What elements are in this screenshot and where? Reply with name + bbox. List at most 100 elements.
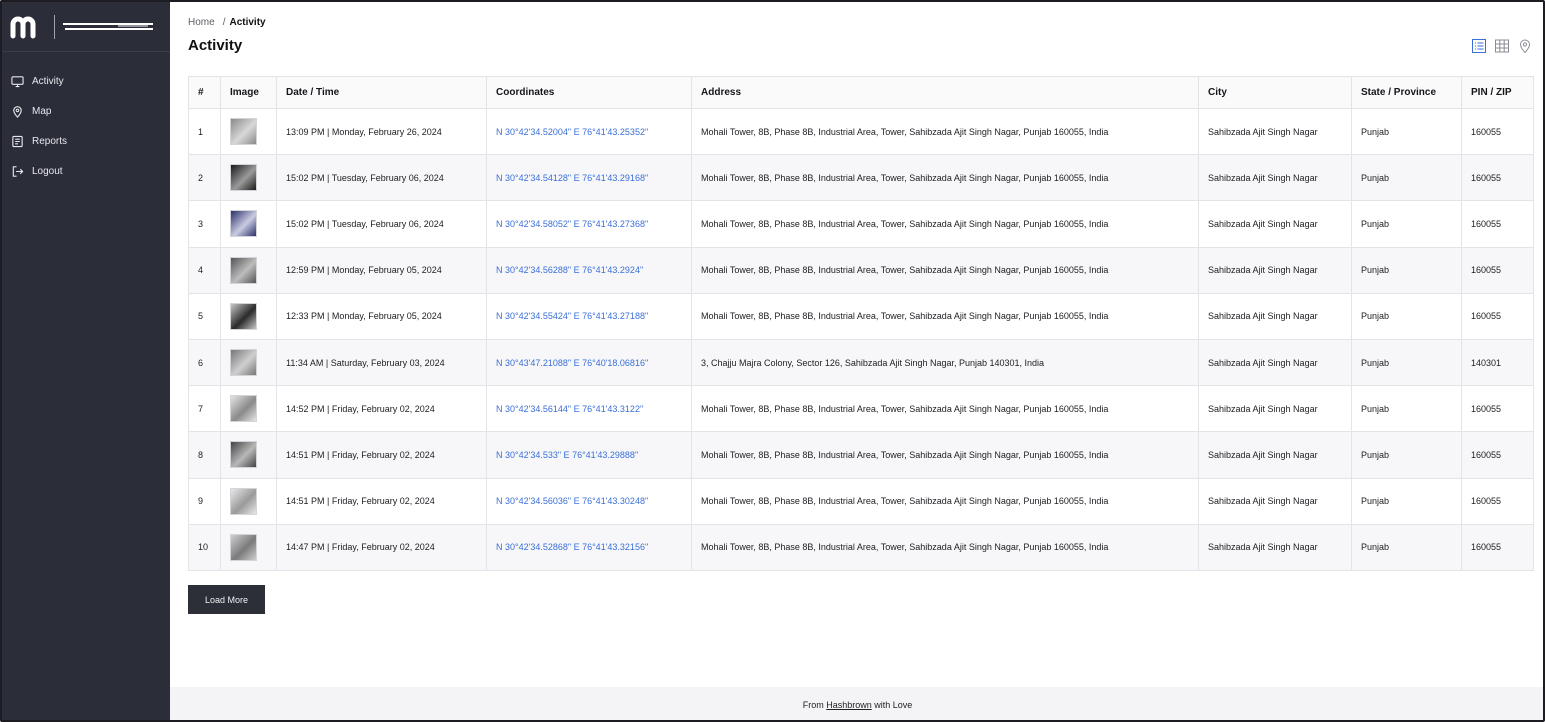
grid-view-icon[interactable] <box>1494 38 1510 54</box>
table-row[interactable]: 5 12:33 PM | Monday, February 05, 2024 N 3… <box>188 292 1534 340</box>
cell-state: Punjab <box>1351 338 1462 387</box>
sidebar-item-reports[interactable]: Reports <box>2 126 170 156</box>
cell-state: Punjab <box>1351 246 1462 294</box>
activity-thumbnail[interactable] <box>230 118 257 146</box>
map-view-icon[interactable] <box>1517 38 1533 54</box>
table-row[interactable]: 6 11:34 AM | Saturday, February 03, 2024 N… <box>188 338 1534 387</box>
cell-city: Sahibzada Ajit Singh Nagar <box>1198 477 1352 525</box>
column-header: Coordinates <box>486 76 692 109</box>
cell-coordinates[interactable]: N 30°42'34.52004" E 76°41'43.25352" <box>486 107 692 156</box>
table-row[interactable]: 1 13:09 PM | Monday, February 26, 2024 N 3… <box>188 107 1534 156</box>
cell-address: Mohali Tower, 8B, Phase 8B, Industrial A… <box>691 523 1199 571</box>
sidebar-nav: Activity Map Reports Logout <box>2 52 170 186</box>
activity-table: # Image Date / Time Coordinates Address … <box>188 76 1534 571</box>
cell-index: 8 <box>188 431 221 479</box>
column-header: Address <box>691 76 1199 109</box>
cell-index: 10 <box>188 523 221 571</box>
cell-coordinates[interactable]: N 30°42'34.52868" E 76°41'43.32156" <box>486 523 692 571</box>
activity-thumbnail[interactable] <box>230 256 257 284</box>
breadcrumb-home[interactable]: Home <box>188 17 215 28</box>
cell-image <box>220 200 277 248</box>
column-header: State / Province <box>1351 76 1462 109</box>
cell-datetime: 14:51 PM | Friday, February 02, 2024 <box>276 477 487 525</box>
cell-datetime: 12:59 PM | Monday, February 05, 2024 <box>276 246 487 294</box>
main-content: Home / Activity Activity # Image Date / … <box>170 2 1543 720</box>
cell-pin: 160055 <box>1461 107 1534 156</box>
column-header: PIN / ZIP <box>1461 76 1534 109</box>
activity-thumbnail[interactable] <box>230 210 257 238</box>
activity-thumbnail[interactable] <box>230 302 257 330</box>
cell-address: Mohali Tower, 8B, Phase 8B, Industrial A… <box>691 200 1199 248</box>
footer-link[interactable]: Hashbrown <box>826 700 872 710</box>
cell-city: Sahibzada Ajit Singh Nagar <box>1198 200 1352 248</box>
cell-pin: 160055 <box>1461 477 1534 525</box>
cell-city: Sahibzada Ajit Singh Nagar <box>1198 338 1352 387</box>
sidebar-item-label: Reports <box>32 135 68 147</box>
cell-datetime: 11:34 AM | Saturday, February 03, 2024 <box>276 338 487 387</box>
cell-index: 4 <box>188 246 221 294</box>
cell-coordinates[interactable]: N 30°42'34.54128" E 76°41'43.29168" <box>486 154 692 202</box>
cell-pin: 160055 <box>1461 200 1534 248</box>
list-view-icon[interactable] <box>1471 38 1487 54</box>
cell-coordinates[interactable]: N 30°42'34.56036" E 76°41'43.30248" <box>486 477 692 525</box>
activity-thumbnail[interactable] <box>230 441 257 469</box>
sidebar-item-map[interactable]: Map <box>2 96 170 126</box>
load-more-button[interactable]: Load More <box>188 585 265 614</box>
cell-image <box>220 154 277 202</box>
cell-address: Mohali Tower, 8B, Phase 8B, Industrial A… <box>691 107 1199 156</box>
table-row[interactable]: 2 15:02 PM | Tuesday, February 06, 2024 N … <box>188 154 1534 202</box>
cell-image <box>220 107 277 156</box>
logo[interactable] <box>2 2 170 52</box>
logo-mark-icon <box>10 16 36 38</box>
activity-thumbnail[interactable] <box>230 533 257 561</box>
footer-suffix: with Love <box>874 700 913 710</box>
cell-index: 9 <box>188 477 221 525</box>
activity-thumbnail[interactable] <box>230 487 257 515</box>
logo-divider <box>54 14 55 39</box>
cell-coordinates[interactable]: N 30°42'34.55424" E 76°41'43.27188" <box>486 292 692 340</box>
cell-coordinates[interactable]: N 30°42'34.533" E 76°41'43.29888" <box>486 431 692 479</box>
activity-thumbnail[interactable] <box>230 164 257 192</box>
table-row[interactable]: 9 14:51 PM | Friday, February 02, 2024 N 3… <box>188 477 1534 525</box>
table-row[interactable]: 8 14:51 PM | Friday, February 02, 2024 N 3… <box>188 431 1534 479</box>
cell-datetime: 14:51 PM | Friday, February 02, 2024 <box>276 431 487 479</box>
table-row[interactable]: 10 14:47 PM | Friday, February 02, 2024 N … <box>188 523 1534 571</box>
cell-coordinates[interactable]: N 30°42'34.58052" E 76°41'43.27368" <box>486 200 692 248</box>
activity-thumbnail[interactable] <box>230 395 257 423</box>
app-window: Activity Map Reports Logout Home / Activit… <box>0 0 1545 722</box>
sidebar-item-logout[interactable]: Logout <box>2 156 170 186</box>
cell-coordinates[interactable]: N 30°43'47.21088" E 76°40'18.06816" <box>486 338 692 387</box>
cell-address: Mohali Tower, 8B, Phase 8B, Industrial A… <box>691 385 1199 433</box>
reports-icon <box>12 135 23 147</box>
cell-index: 5 <box>188 292 221 340</box>
cell-city: Sahibzada Ajit Singh Nagar <box>1198 431 1352 479</box>
cell-coordinates[interactable]: N 30°42'34.56288" E 76°41'43.2924" <box>486 246 692 294</box>
cell-state: Punjab <box>1351 477 1462 525</box>
activity-thumbnail[interactable] <box>230 349 257 377</box>
cell-address: Mohali Tower, 8B, Phase 8B, Industrial A… <box>691 477 1199 525</box>
table-row[interactable]: 4 12:59 PM | Monday, February 05, 2024 N 3… <box>188 246 1534 294</box>
breadcrumb-separator: / <box>222 17 226 28</box>
cell-index: 6 <box>188 338 221 387</box>
sidebar-item-label: Logout <box>32 165 63 177</box>
cell-image <box>220 338 277 387</box>
column-header: # <box>188 76 221 109</box>
cell-index: 1 <box>188 107 221 156</box>
sidebar-item-activity[interactable]: Activity <box>2 66 170 96</box>
cell-image <box>220 523 277 571</box>
cell-state: Punjab <box>1351 431 1462 479</box>
cell-state: Punjab <box>1351 385 1462 433</box>
cell-coordinates[interactable]: N 30°42'34.56144" E 76°41'43.3122" <box>486 385 692 433</box>
cell-city: Sahibzada Ajit Singh Nagar <box>1198 107 1352 156</box>
table-row[interactable]: 7 14:52 PM | Friday, February 02, 2024 N 3… <box>188 385 1534 433</box>
table-row[interactable]: 3 15:02 PM | Tuesday, February 06, 2024 N … <box>188 200 1534 248</box>
cell-city: Sahibzada Ajit Singh Nagar <box>1198 292 1352 340</box>
cell-pin: 160055 <box>1461 246 1534 294</box>
cell-state: Punjab <box>1351 523 1462 571</box>
breadcrumb: Home / Activity <box>188 17 266 28</box>
cell-address: Mohali Tower, 8B, Phase 8B, Industrial A… <box>691 292 1199 340</box>
cell-pin: 160055 <box>1461 431 1534 479</box>
cell-pin: 160055 <box>1461 523 1534 571</box>
cell-datetime: 14:52 PM | Friday, February 02, 2024 <box>276 385 487 433</box>
cell-address: Mohali Tower, 8B, Phase 8B, Industrial A… <box>691 246 1199 294</box>
